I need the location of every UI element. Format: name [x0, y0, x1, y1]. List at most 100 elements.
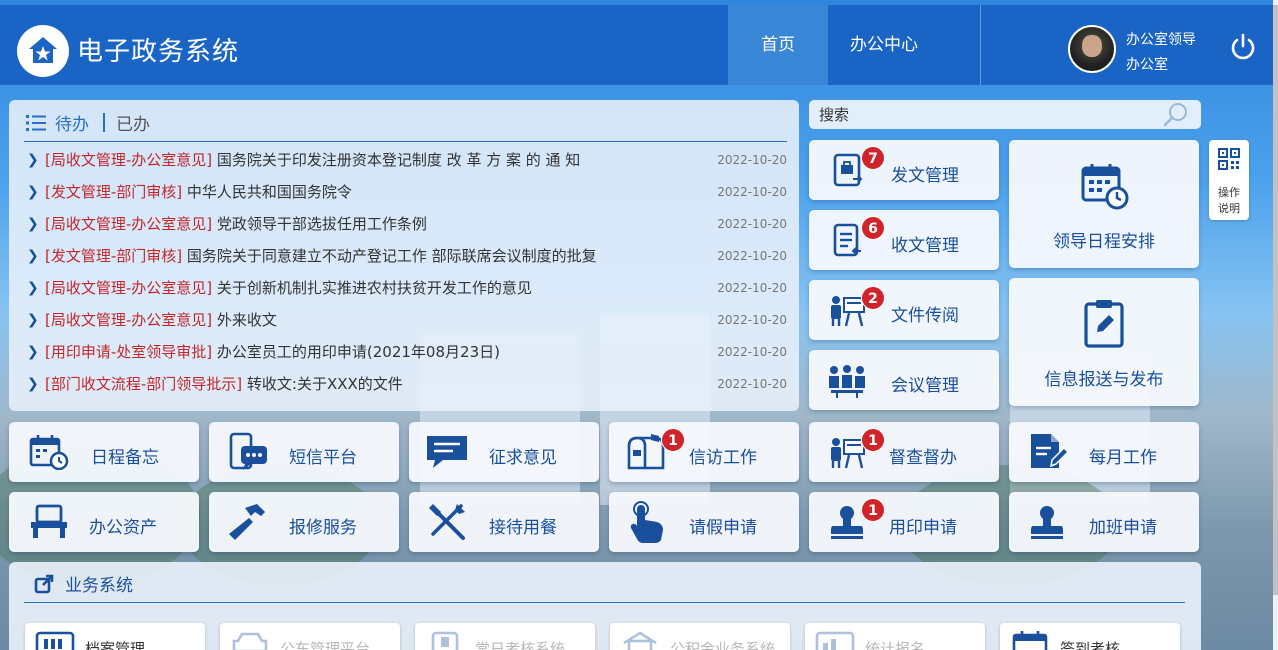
todo-item-title: 国务院关于同意建立不动产登记工作 部际联席会议制度的批复: [186, 247, 597, 265]
business-systems-panel: 业务系统 档案管理 公车管理平台 常日考核系统 公积金业务系统 统计报名 签到考…: [9, 562, 1201, 650]
tile-repair[interactable]: 报修服务: [209, 492, 399, 552]
tile-huiyi[interactable]: 会议管理: [809, 350, 999, 410]
todo-item-date: 2022-10-20: [717, 153, 787, 167]
system-card-archive[interactable]: 档案管理: [25, 623, 205, 650]
todo-item[interactable]: ❯ [局收文管理-办公室意见] 国务院关于印发注册资本登记制度 改 革 方 案 …: [27, 148, 787, 180]
system-card-vehicle[interactable]: 公车管理平台: [220, 623, 400, 650]
tile-opinion[interactable]: 征求意见: [409, 422, 599, 482]
tile-schedule-memo-label: 日程备忘: [91, 448, 159, 468]
tile-dining-label: 接待用餐: [489, 518, 557, 538]
todo-item-category: [局收文管理-办公室意见]: [45, 311, 213, 329]
tab-pending[interactable]: 待办: [55, 110, 89, 135]
person-icon: [425, 631, 465, 650]
nav-office-center[interactable]: 办公中心: [828, 5, 940, 85]
user-department: 办公室: [1126, 57, 1168, 73]
todo-item-category: [发文管理-部门审核]: [45, 247, 183, 265]
todo-item-date: 2022-10-20: [717, 377, 787, 391]
help-guide-button[interactable]: 操作 说明: [1209, 140, 1249, 220]
user-name: 办公室领导: [1126, 32, 1196, 48]
chevron-right-icon: ❯: [27, 280, 39, 296]
system-card-statistics[interactable]: 统计报名: [805, 623, 985, 650]
tile-opinion-label: 征求意见: [489, 448, 557, 468]
stamp-icon: [829, 504, 865, 544]
todo-item[interactable]: ❯ [部门收文流程-部门领导批示] 转收文:关于XXX的文件 2022-10-2…: [27, 372, 787, 404]
todo-list: ❯ [局收文管理-办公室意见] 国务院关于印发注册资本登记制度 改 革 方 案 …: [27, 148, 787, 404]
todo-item[interactable]: ❯ [发文管理-部门审核] 中华人民共和国国务院令 2022-10-20: [27, 180, 787, 212]
tile-fawen[interactable]: 7 发文管理: [809, 140, 999, 200]
nav-home[interactable]: 首页: [728, 5, 828, 85]
stamp-icon: [1029, 504, 1065, 544]
tile-fawen-label: 发文管理: [891, 166, 959, 186]
meeting-people-icon: [827, 364, 867, 402]
document-edit-icon: [1029, 432, 1070, 476]
hammer-icon: [227, 502, 267, 546]
search-input[interactable]: [819, 102, 1159, 127]
nav-divider: [980, 5, 981, 85]
business-systems-title: 业务系统: [65, 576, 133, 596]
tile-fawen-badge: 7: [861, 146, 885, 170]
todo-item-title: 关于创新机制扎实推进农村扶贫开发工作的意见: [216, 279, 532, 297]
tile-seal[interactable]: 1 用印申请: [809, 492, 999, 552]
tile-office-assets[interactable]: 办公资产: [9, 492, 199, 552]
tab-done[interactable]: 已办: [116, 110, 150, 135]
system-card-label: 档案管理: [85, 640, 146, 650]
power-icon[interactable]: [1228, 32, 1258, 62]
tile-petition[interactable]: 1 信访工作: [609, 422, 799, 482]
tile-supervision-badge: 1: [861, 428, 885, 452]
tile-shouwen[interactable]: 6 收文管理: [809, 210, 999, 270]
system-card-housing-fund[interactable]: 公积金业务系统: [610, 623, 790, 650]
car-icon: [230, 631, 270, 650]
tab-divider: [103, 113, 105, 132]
tile-dining[interactable]: 接待用餐: [409, 492, 599, 552]
chevron-right-icon: ❯: [27, 248, 39, 264]
todo-item[interactable]: ❯ [发文管理-部门审核] 国务院关于同意建立不动产登记工作 部际联席会议制度的…: [27, 244, 787, 276]
tile-sms[interactable]: 短信平台: [209, 422, 399, 482]
tile-repair-label: 报修服务: [289, 518, 357, 538]
todo-item-text: [发文管理-部门审核] 中华人民共和国国务院令: [45, 180, 352, 204]
tile-petition-label: 信访工作: [689, 448, 757, 468]
tile-chuanyue[interactable]: 2 文件传阅: [809, 280, 999, 340]
search-icon[interactable]: [1163, 102, 1189, 132]
todo-item-date: 2022-10-20: [717, 281, 787, 295]
document-list-icon: [833, 223, 863, 261]
clipboard-edit-icon: [1083, 298, 1125, 352]
tile-overtime[interactable]: 加班申请: [1009, 492, 1199, 552]
todo-item[interactable]: ❯ [局收文管理-办公室意见] 外来收文 2022-10-20: [27, 308, 787, 340]
calendar-icon: [1010, 631, 1050, 650]
tile-leader-schedule[interactable]: 领导日程安排: [1009, 140, 1199, 268]
todo-item[interactable]: ❯ [局收文管理-办公室意见] 党政领导干部选拔任用工作条例 2022-10-2…: [27, 212, 787, 244]
tile-supervision[interactable]: 1 督查督办: [809, 422, 999, 482]
help-label-line1: 操作: [1218, 186, 1240, 199]
top-header: 电子政务系统 首页 办公中心 办公室领导 办公室: [0, 5, 1273, 85]
system-card-daily-review[interactable]: 常日考核系统: [415, 623, 595, 650]
qr-code-icon: [1218, 148, 1240, 174]
archive-icon: [35, 631, 75, 650]
tile-chuanyue-badge: 2: [861, 286, 885, 310]
todo-item-date: 2022-10-20: [717, 217, 787, 231]
calendar-clock-icon: [1081, 162, 1129, 214]
tile-monthly-work-label: 每月工作: [1089, 448, 1157, 468]
comment-icon: [425, 434, 469, 474]
todo-item[interactable]: ❯ [用印申请-处室领导审批] 办公室员工的用印申请(2021年08月23日) …: [27, 340, 787, 372]
tile-petition-badge: 1: [661, 428, 685, 452]
user-avatar[interactable]: [1068, 25, 1116, 73]
hand-pointer-icon: [627, 500, 667, 548]
todo-item-category: [局收文管理-办公室意见]: [45, 279, 213, 297]
tile-info-publish[interactable]: 信息报送与发布: [1009, 278, 1199, 406]
todo-item-category: [发文管理-部门审核]: [45, 183, 183, 201]
todo-item[interactable]: ❯ [局收文管理-办公室意见] 关于创新机制扎实推进农村扶贫开发工作的意见 20…: [27, 276, 787, 308]
phone-chat-icon: [229, 432, 269, 476]
tile-monthly-work[interactable]: 每月工作: [1009, 422, 1199, 482]
tile-sms-label: 短信平台: [289, 448, 357, 468]
chevron-right-icon: ❯: [27, 152, 39, 168]
tile-schedule-memo[interactable]: 日程备忘: [9, 422, 199, 482]
tile-overtime-label: 加班申请: [1089, 518, 1157, 538]
todo-item-text: [局收文管理-办公室意见] 关于创新机制扎实推进农村扶贫开发工作的意见: [45, 276, 532, 300]
scrollbar-thumb[interactable]: [1273, 5, 1278, 595]
todo-item-text: [发文管理-部门审核] 国务院关于同意建立不动产登记工作 部际联席会议制度的批复: [45, 244, 597, 268]
system-card-checkin[interactable]: 签到考核: [1000, 623, 1180, 650]
todo-item-title: 中华人民共和国国务院令: [186, 183, 352, 201]
list-icon: [26, 114, 48, 136]
tile-leave[interactable]: 请假申请: [609, 492, 799, 552]
chevron-right-icon: ❯: [27, 344, 39, 360]
